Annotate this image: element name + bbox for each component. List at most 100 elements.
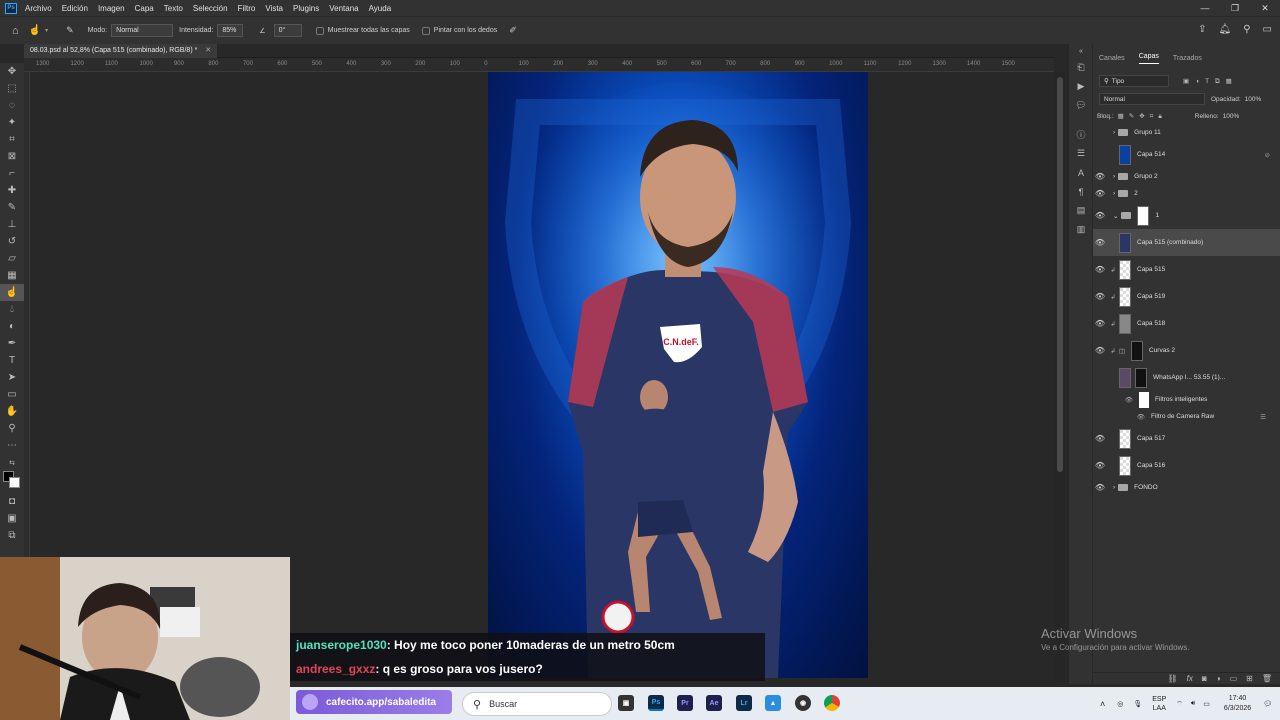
eye-icon[interactable]: 👁︎ bbox=[1093, 346, 1107, 355]
layer-row[interactable]: Capa 514 ⊘ bbox=[1093, 141, 1280, 168]
eye-icon[interactable]: 👁︎ bbox=[1093, 265, 1107, 274]
dodge-tool-icon[interactable]: ◐ bbox=[0, 318, 24, 335]
filter-icons[interactable]: ▣◑T⧉▦ bbox=[1183, 77, 1238, 86]
crop-tool-icon[interactable]: ⌗ bbox=[0, 131, 24, 148]
libraries-icon[interactable]: ▤ bbox=[1069, 201, 1093, 220]
path-selection-tool-icon[interactable]: ➤ bbox=[0, 369, 24, 386]
photoshop-taskbar-icon[interactable]: Ps bbox=[648, 695, 664, 711]
share-artboard-icon[interactable]: ⧉ bbox=[0, 527, 24, 544]
menu-capa[interactable]: Capa bbox=[135, 4, 154, 13]
blur-tool-icon[interactable]: 💧︎ bbox=[0, 301, 24, 318]
menu-edicion[interactable]: Edición bbox=[62, 4, 88, 13]
eye-icon[interactable]: 👁︎ bbox=[1093, 434, 1107, 443]
brush-settings-icon[interactable]: ✎ bbox=[66, 25, 74, 36]
notifications-icon[interactable]: 🔔︎ bbox=[1219, 24, 1232, 35]
gradient-tool-icon[interactable]: ▦ bbox=[0, 267, 24, 284]
eye-icon[interactable]: 👁︎ bbox=[1093, 292, 1107, 301]
tab-canales[interactable]: Canales bbox=[1099, 55, 1125, 62]
layer-row[interactable]: 👁︎ › 2 bbox=[1093, 185, 1280, 202]
marquee-tool-icon[interactable]: ⬚ bbox=[0, 80, 24, 97]
eye-icon[interactable]: 👁︎ bbox=[1093, 483, 1107, 492]
eye-icon[interactable]: 👁︎ bbox=[1093, 413, 1145, 421]
search-icon[interactable]: ⚲ bbox=[1243, 24, 1250, 35]
play-actions-icon[interactable]: ▶ bbox=[1069, 77, 1093, 96]
layer-filter-select[interactable]: ⚲ Tipo bbox=[1099, 75, 1169, 87]
eraser-tool-icon[interactable]: ▱ bbox=[0, 250, 24, 267]
network-icon[interactable]: ◎ bbox=[1117, 700, 1123, 708]
stamp-tool-icon[interactable]: ⊥ bbox=[0, 216, 24, 233]
move-tool-icon[interactable]: ✥ bbox=[0, 63, 24, 80]
menu-ayuda[interactable]: Ayuda bbox=[369, 4, 392, 13]
character-icon[interactable]: A bbox=[1069, 163, 1093, 182]
tab-trazados[interactable]: Trazados bbox=[1173, 55, 1202, 62]
menu-texto[interactable]: Texto bbox=[164, 4, 183, 13]
opacity-value[interactable]: 100% bbox=[1245, 96, 1262, 103]
document-tab[interactable]: 08.03.psd al 52,8% (Capa 515 (combinado)… bbox=[24, 44, 218, 58]
smudge-tool-icon[interactable]: ☝ bbox=[0, 284, 24, 301]
microphone-icon[interactable]: 🎙︎ bbox=[1133, 700, 1142, 708]
artboard-canvas[interactable]: C.N.deF. bbox=[488, 72, 868, 678]
history-icon[interactable]: ⎗ bbox=[1069, 58, 1093, 77]
chevron-right-icon[interactable]: › bbox=[1113, 190, 1115, 197]
chrome-taskbar-icon[interactable] bbox=[824, 695, 840, 711]
photos-taskbar-icon[interactable]: ▲ bbox=[765, 695, 781, 711]
minimize-button[interactable]: — bbox=[1190, 0, 1220, 16]
color-swatches[interactable] bbox=[0, 471, 24, 493]
layer-row[interactable]: 👁︎ › FONDO bbox=[1093, 479, 1280, 496]
fx-icon[interactable]: fx bbox=[1187, 674, 1193, 683]
volume-icon[interactable]: 🔊︎ bbox=[1191, 700, 1195, 708]
smart-filters-row[interactable]: 👁︎ Filtros inteligentes bbox=[1093, 391, 1280, 408]
adjustments-icon[interactable]: ☰ bbox=[1069, 144, 1093, 163]
menu-imagen[interactable]: Imagen bbox=[98, 4, 125, 13]
layer-row[interactable]: 👁︎ ↲ ◫ Curvas 2 bbox=[1093, 337, 1280, 364]
link-layers-icon[interactable]: ⛓ bbox=[1168, 674, 1178, 683]
chevron-right-icon[interactable]: › bbox=[1113, 173, 1115, 180]
new-layer-icon[interactable]: ⊞ bbox=[1246, 674, 1253, 683]
layer-row[interactable]: 👁︎ ↲ Capa 515 bbox=[1093, 256, 1280, 283]
close-button[interactable]: ✕ bbox=[1250, 0, 1280, 16]
eyedropper-tool-icon[interactable]: ⌐ bbox=[0, 165, 24, 182]
intensity-field[interactable]: 85% bbox=[217, 24, 244, 37]
healing-brush-tool-icon[interactable]: ✚ bbox=[0, 182, 24, 199]
layer-row-selected[interactable]: 👁︎ Capa 515 (combinado) bbox=[1093, 229, 1280, 256]
premiere-taskbar-icon[interactable]: Pr bbox=[677, 695, 693, 711]
layer-row[interactable]: 👁︎ ↲ Capa 519 bbox=[1093, 283, 1280, 310]
eye-icon[interactable]: 👁︎ bbox=[1093, 461, 1107, 470]
brush-tool-icon[interactable]: ✎ bbox=[0, 199, 24, 216]
canvas-vertical-scrollbar[interactable] bbox=[1055, 72, 1065, 682]
obs-taskbar-icon[interactable]: ◉ bbox=[795, 695, 811, 711]
lightroom-taskbar-icon[interactable]: Lr bbox=[736, 695, 752, 711]
quick-mask-icon[interactable]: ◘ bbox=[0, 493, 24, 510]
eye-icon[interactable]: 👁︎ bbox=[1093, 238, 1107, 247]
finger-painting-checkbox[interactable] bbox=[421, 26, 430, 35]
chevron-right-icon[interactable]: › bbox=[1113, 484, 1115, 491]
angle-field[interactable]: 0° bbox=[273, 24, 302, 37]
chevron-down-icon[interactable]: ⌄ bbox=[1113, 212, 1118, 220]
battery-icon[interactable]: ▭ bbox=[1203, 700, 1210, 708]
more-tools-icon[interactable]: ⋯ bbox=[0, 437, 24, 454]
wifi-icon[interactable]: ⌔ bbox=[1176, 700, 1183, 709]
pen-tool-icon[interactable]: ✒ bbox=[0, 335, 24, 352]
layer-row[interactable]: 👁︎ Capa 517 bbox=[1093, 425, 1280, 452]
share-icon[interactable]: ⇪ bbox=[1198, 24, 1206, 35]
lock-icons[interactable]: ▦✎✥⌗🔒︎ bbox=[1118, 112, 1167, 121]
add-mask-icon[interactable]: ◙ bbox=[1202, 674, 1207, 683]
fill-value[interactable]: 100% bbox=[1223, 113, 1240, 120]
zoom-tool-icon[interactable]: ⚲ bbox=[0, 420, 24, 437]
layer-row[interactable]: WhatsApp I... 53.55 (1)... bbox=[1093, 364, 1280, 391]
lasso-tool-icon[interactable]: ◌ bbox=[0, 97, 24, 114]
frame-tool-icon[interactable]: ⊠ bbox=[0, 148, 24, 165]
eye-icon[interactable]: 👁︎ bbox=[1093, 172, 1107, 181]
notification-center-icon[interactable]: 💬︎ bbox=[1263, 700, 1272, 708]
scrollbar-thumb[interactable] bbox=[1057, 77, 1063, 472]
workspace-icon[interactable]: ▭ bbox=[1263, 24, 1272, 35]
sample-all-checkbox[interactable] bbox=[315, 26, 324, 35]
tab-capas[interactable]: Capas bbox=[1138, 53, 1159, 64]
clock[interactable]: 17:40 6/3/2026 bbox=[1224, 694, 1251, 714]
background-color[interactable] bbox=[9, 477, 20, 488]
rectangle-tool-icon[interactable]: ▭ bbox=[0, 386, 24, 403]
comments-icon[interactable]: 💬︎ bbox=[1069, 96, 1093, 115]
layer-row[interactable]: 👁︎ ⌄ 1 bbox=[1093, 202, 1280, 229]
home-icon[interactable]: ⌂ bbox=[12, 25, 19, 37]
smart-filter-item[interactable]: 👁︎ Filtro de Camera Raw ☰ bbox=[1093, 408, 1280, 425]
